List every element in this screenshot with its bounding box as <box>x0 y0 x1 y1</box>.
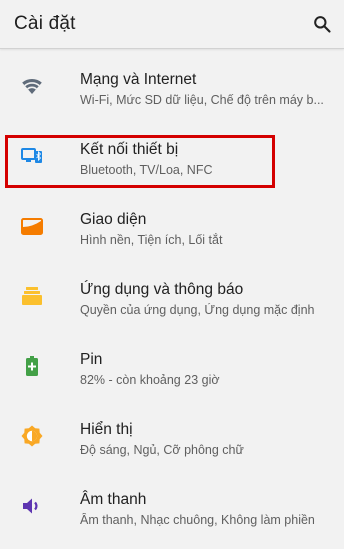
settings-item-display[interactable]: Hiển thị Độ sáng, Ngủ, Cỡ phông chữ <box>0 400 344 470</box>
settings-item-subtitle: 82% - còn khoảng 23 giờ <box>80 373 220 387</box>
app-bar: Cài đặt <box>0 0 344 49</box>
settings-item-title: Giao diện <box>80 211 147 228</box>
settings-item-title: Hiển thị <box>80 421 133 438</box>
settings-item-subtitle: Âm thanh, Nhạc chuông, Không làm phiền <box>80 513 315 527</box>
search-icon <box>314 16 331 33</box>
settings-item-display-style[interactable]: Giao diện Hình nền, Tiện ích, Lối tắt <box>0 190 344 260</box>
battery-icon <box>26 356 38 376</box>
settings-item-subtitle: Wi-Fi, Mức SD dữ liệu, Chế độ trên máy b… <box>80 93 324 107</box>
wifi-icon <box>22 78 42 94</box>
settings-item-sound[interactable]: Âm thanh Âm thanh, Nhạc chuông, Không là… <box>0 470 344 540</box>
volume-icon <box>23 498 38 514</box>
search-button[interactable] <box>308 10 336 38</box>
highlight-annotation <box>5 135 275 188</box>
brightness-icon <box>21 425 43 447</box>
settings-item-title: Ứng dụng và thông báo <box>80 281 244 298</box>
settings-item-battery[interactable]: Pin 82% - còn khoảng 23 giờ <box>0 330 344 400</box>
settings-item-subtitle: Độ sáng, Ngủ, Cỡ phông chữ <box>80 443 244 457</box>
settings-item-apps[interactable]: Ứng dụng và thông báo Quyền của ứng dụng… <box>0 260 344 330</box>
settings-item-subtitle: Hình nền, Tiện ích, Lối tắt <box>80 233 223 247</box>
settings-item-subtitle: Quyền của ứng dụng, Ứng dụng mặc định <box>80 303 315 317</box>
settings-item-title: Âm thanh <box>80 491 147 508</box>
apps-icon <box>22 287 42 305</box>
settings-item-title: Pin <box>80 351 103 368</box>
settings-item-network[interactable]: Mạng và Internet Wi-Fi, Mức SD dữ liệu, … <box>0 50 344 120</box>
wallpaper-icon <box>21 218 43 235</box>
settings-item-title: Mạng và Internet <box>80 71 197 88</box>
page-title: Cài đặt <box>14 13 76 34</box>
